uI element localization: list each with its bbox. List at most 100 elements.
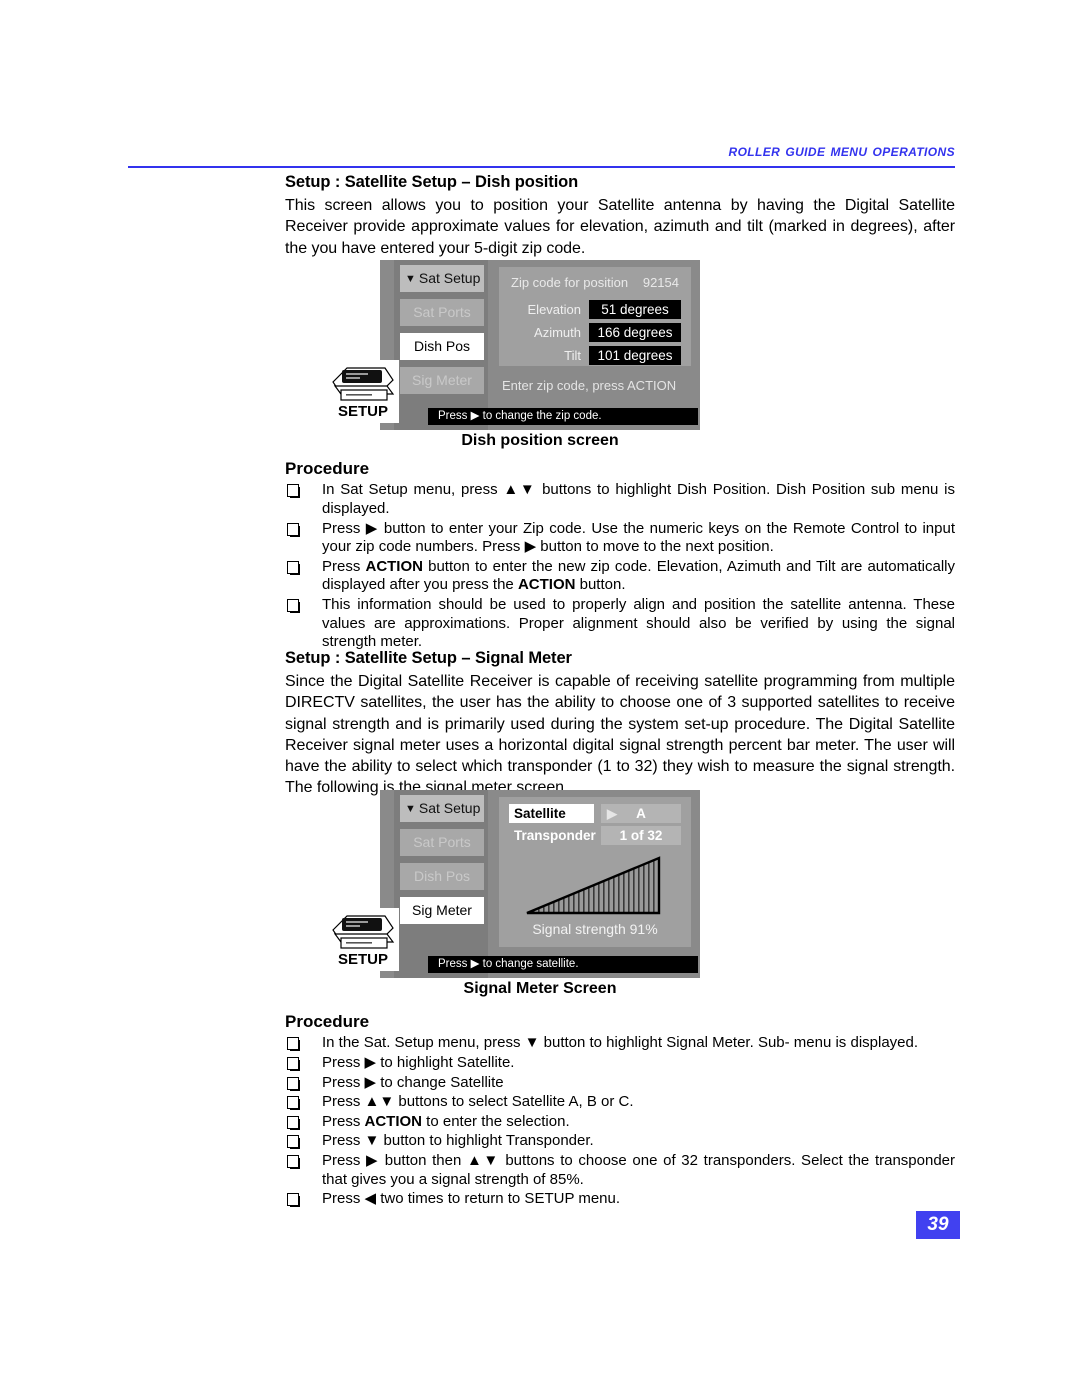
checkbox-bullet-icon [287,484,299,498]
azimuth-label: Azimuth [534,325,581,340]
zip-code-label: Zip code for position [511,275,629,290]
play-arrow-icon: ▶ [607,806,617,821]
section-dish-position: Setup : Satellite Setup – Dish position … [285,172,955,259]
tilt-label: Tilt [564,348,581,363]
dish-menu-label-sat-setup: Sat Setup [418,270,481,286]
meter-figure-caption: Signal Meter Screen [463,980,617,997]
checkbox-bullet-icon [287,1096,299,1110]
dish-content-panel: Zip code for position 92154 Elevation 51… [490,260,700,430]
elevation-label: Elevation [527,302,581,317]
checkbox-bullet-icon [287,1037,299,1051]
dish-status-bar: Press ▶ to change the zip code. [428,408,698,425]
meter-menu-item-sig-meter[interactable]: Sig Meter [400,897,484,924]
meter-menu-item-dish-pos[interactable]: Dish Pos [400,863,484,890]
setup-badge-label: SETUP [338,951,388,968]
meter-content-panel: Satellite ▶ A Transponder 1 of 32 Signal… [490,790,700,978]
section-heading-signal-meter: Setup : Satellite Setup – Signal Meter [285,649,572,667]
dish-position-screen: SETUP ▼ Sat Setup Sat Ports Dish Pos Sig … [327,260,700,430]
tilt-row: Tilt 101 degrees [503,346,681,365]
procedure-step-text: Press ACTION button to enter the new zip… [322,557,955,594]
checkbox-bullet-icon [287,1056,299,1070]
meter-values-box: Satellite ▶ A Transponder 1 of 32 Signal… [499,797,691,947]
dish-menu-item-sig-meter[interactable]: Sig Meter [400,367,484,394]
meter-menu-item-sat-ports[interactable]: Sat Ports [400,829,484,856]
procedure-step: In Sat Setup menu, press ▲▼ buttons to h… [285,481,955,518]
dish-menu-item-sat-ports[interactable]: Sat Ports [400,299,484,326]
zip-code-value[interactable]: 92154 [643,275,679,290]
dish-menu-column: ▼ Sat Setup Sat Ports Dish Pos Sig Meter [394,260,488,430]
meter-status-bar: Press ▶ to change satellite. [428,956,698,973]
procedure-step: Press ACTION to enter the selection. [285,1113,955,1132]
procedure-step: This information should be used to prope… [285,596,955,652]
satellite-label: Satellite [509,804,594,823]
setup-receiver-icon: SETUP [327,360,399,423]
procedure-step: Press ▶ button then ▲▼ buttons to choose… [285,1152,955,1189]
procedure-step: Press ▶ to highlight Satellite. [285,1054,955,1073]
checkbox-bullet-icon [287,1154,299,1168]
procedure-step-text: Press ▼ button to highlight Transponder. [322,1132,594,1150]
chevron-down-icon: ▼ [405,803,416,815]
procedure-step-text: Press ▶ to highlight Satellite. [322,1053,515,1071]
dish-menu-item-dish-pos[interactable]: Dish Pos [400,333,484,360]
elevation-row: Elevation 51 degrees [503,300,681,319]
procedure-step-text: This information should be used to prope… [322,595,955,651]
tilt-value: 101 degrees [589,346,681,365]
running-head: Roller Guide Menu Operations [128,142,955,161]
chevron-down-icon: ▼ [405,273,416,285]
document-page: Roller Guide Menu Operations Setup : Sat… [0,0,1080,1397]
signal-meter-screen-figure: SETUP ▼ Sat Setup Sat Ports Dish Pos Sig … [0,790,1080,998]
dish-figure-caption: Dish position screen [461,432,619,449]
procedure-step: Press ◀ two times to return to SETUP men… [285,1190,955,1209]
procedure-step: Press ▶ button to enter your Zip code. U… [285,520,955,557]
dish-position-screen-figure: SETUP ▼ Sat Setup Sat Ports Dish Pos Sig … [0,260,1080,450]
procedure-step: Press ▲▼ buttons to select Satellite A, … [285,1093,955,1112]
section-body-signal-meter: Since the Digital Satellite Receiver is … [285,673,955,797]
checkbox-bullet-icon [287,560,299,574]
azimuth-value: 166 degrees [589,323,681,342]
meter-menu-item-sat-setup[interactable]: ▼ Sat Setup [400,795,484,822]
procedure-step-text: Press ◀ two times to return to SETUP men… [322,1190,621,1208]
section-heading-dish-position: Setup : Satellite Setup – Dish position [285,173,579,191]
section-signal-meter: Setup : Satellite Setup – Signal Meter S… [285,648,955,799]
azimuth-row: Azimuth 166 degrees [503,323,681,342]
procedure-step-text: In the Sat. Setup menu, press ▼ button t… [322,1034,919,1052]
transponder-label: Transponder [514,828,596,843]
setup-badge-label: SETUP [338,403,388,420]
zip-code-row: Zip code for position 92154 [511,275,679,290]
header-rule [128,166,955,168]
procedure-title-2: Procedure [285,1012,370,1031]
procedure-step-text: Press ▲▼ buttons to select Satellite A, … [322,1093,634,1111]
procedure-step-text: Press ▶ button to enter your Zip code. U… [322,519,955,556]
checkbox-bullet-icon [287,1076,299,1090]
transponder-value[interactable]: 1 of 32 [601,826,681,845]
procedure-dish-position: Procedure In Sat Setup menu, press ▲▼ bu… [285,459,955,653]
signal-strength-meter [523,855,663,917]
checkbox-bullet-icon [287,1193,299,1207]
checkbox-bullet-icon [287,598,299,612]
checkbox-bullet-icon [287,1115,299,1129]
satellite-row: Satellite ▶ A [509,804,681,823]
meter-menu-column: ▼ Sat Setup Sat Ports Dish Pos Sig Meter [394,790,488,978]
checkbox-bullet-icon [287,1135,299,1149]
procedure-step: Press ▼ button to highlight Transponder. [285,1132,955,1151]
signal-strength-label: Signal strength 91% [532,921,658,937]
section-body-dish-position: This screen allows you to position your … [285,197,955,257]
procedure-step-text: In Sat Setup menu, press ▲▼ buttons to h… [322,481,955,517]
running-head-title: Roller Guide Menu Operations [728,141,955,160]
procedure-step: In the Sat. Setup menu, press ▼ button t… [285,1034,955,1053]
procedure-signal-meter: Procedure In the Sat. Setup menu, press … [285,1012,955,1210]
procedure-title-1: Procedure [285,459,370,478]
dish-values-box: Zip code for position 92154 Elevation 51… [499,267,691,366]
procedure-step: Press ACTION button to enter the new zip… [285,558,955,595]
meter-menu-label-sat-setup: Sat Setup [418,800,481,816]
dish-menu-item-sat-setup[interactable]: ▼ Sat Setup [400,265,484,292]
checkbox-bullet-icon [287,522,299,536]
signal-meter-screen: SETUP ▼ Sat Setup Sat Ports Dish Pos Sig … [327,790,700,978]
satellite-value[interactable]: ▶ A [601,804,681,823]
procedure-step-list-2: In the Sat. Setup menu, press ▼ button t… [285,1034,955,1208]
setup-receiver-icon: SETUP [327,908,399,971]
procedure-step: Press ▶ to change Satellite [285,1074,955,1093]
elevation-value: 51 degrees [589,300,681,319]
satellite-value-text: A [636,806,646,821]
transponder-row: Transponder 1 of 32 [509,826,681,845]
